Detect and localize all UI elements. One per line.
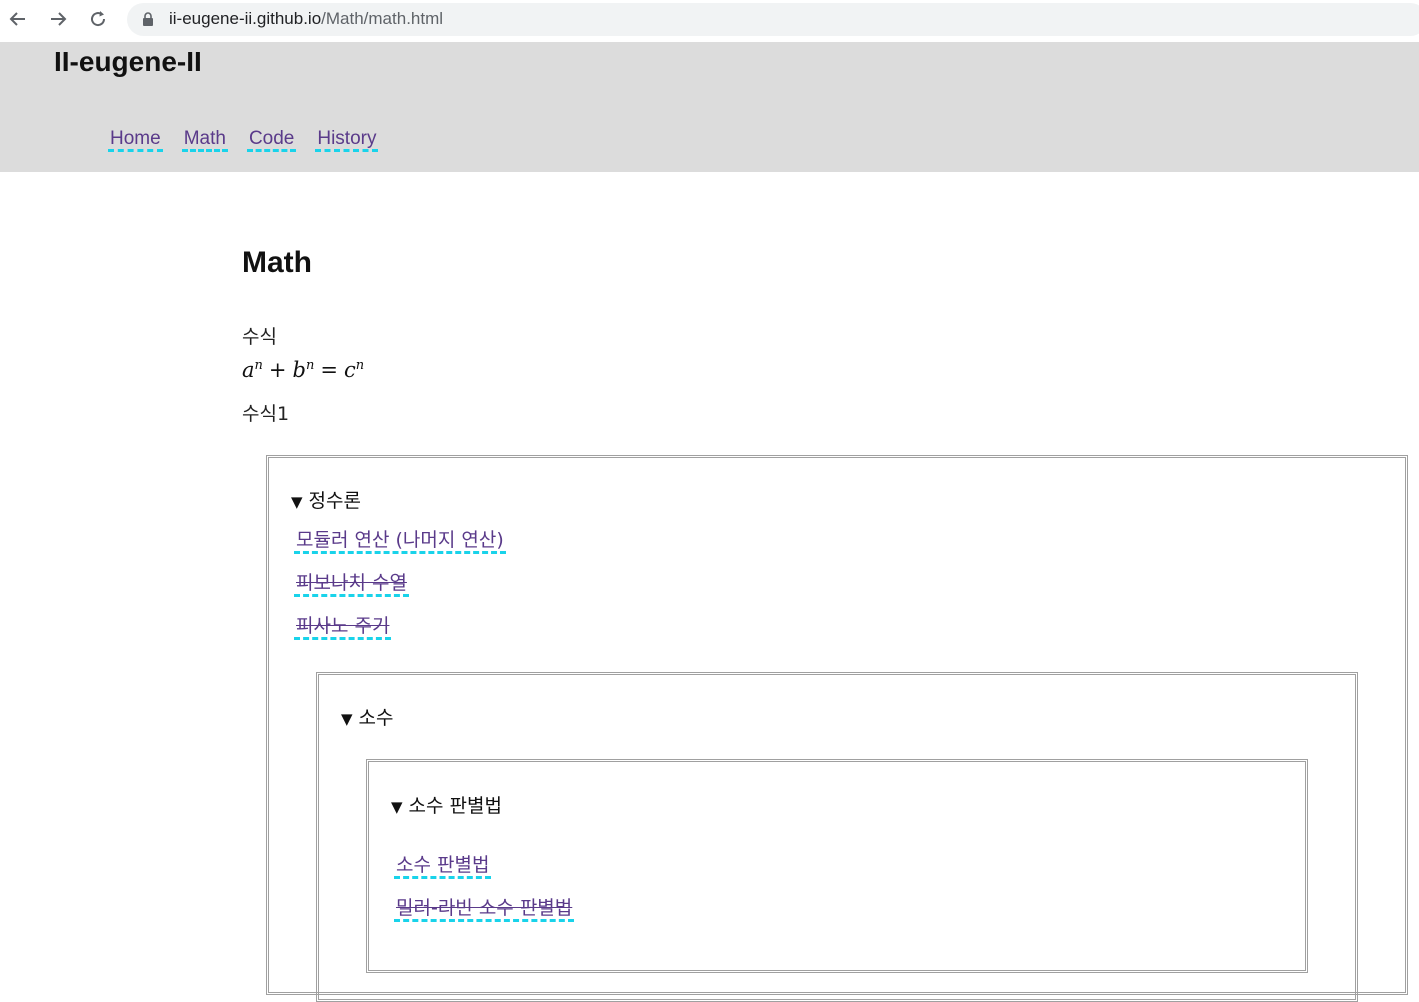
site-header: II-eugene-II Home Math Code History [0,42,1419,172]
link-pisano-period[interactable]: 피사노 주기 [294,615,392,640]
page-title: Math [242,246,312,279]
summary-primality-tests-label: 소수 판별법 [408,795,502,817]
link-fibonacci[interactable]: 피보나치 수열 [294,572,409,597]
lock-icon [143,12,153,26]
nav-link-code[interactable]: Code [246,129,297,152]
site-nav: Home Math Code History [108,129,397,152]
url-host: ii-eugene-ii.github.io [169,9,322,28]
formula-var-a: a [242,358,255,382]
triangle-down-icon: ▼ [291,493,303,511]
formula-label: 수식 [242,326,277,348]
summary-number-theory-label: 정수론 [308,490,361,512]
link-miller-rabin[interactable]: 밀러-라빈 소수 판별법 [394,897,575,922]
formula-equals: = [320,358,338,382]
nav-link-history[interactable]: History [315,129,379,152]
summary-primality-tests[interactable]: ▼ 소수 판별법 [391,791,502,818]
details-primality-tests [366,759,1308,973]
formula: an + bn = cn [242,358,364,382]
summary-primes-label: 소수 [358,707,394,729]
link-modular-arithmetic[interactable]: 모듈러 연산 (나머지 연산) [294,529,506,554]
formula-var-c: c [343,358,356,382]
url-text: ii-eugene-ii.github.io/Math/math.html [169,9,443,29]
nav-link-home[interactable]: Home [108,129,163,152]
triangle-down-icon: ▼ [391,798,403,816]
forward-arrow-icon[interactable] [46,7,70,31]
formula-exp-c: n [355,358,365,373]
url-path: /Math/math.html [321,9,444,28]
formula1-label: 수식1 [242,403,290,425]
formula-var-b: b [292,358,306,382]
formula-exp-b: n [305,358,315,373]
back-arrow-icon[interactable] [6,7,30,31]
summary-number-theory[interactable]: ▼ 정수론 [291,486,361,513]
address-bar[interactable]: ii-eugene-ii.github.io/Math/math.html [127,3,1419,36]
summary-primes[interactable]: ▼ 소수 [341,703,394,730]
nav-link-math[interactable]: Math [181,129,228,152]
browser-toolbar: ii-eugene-ii.github.io/Math/math.html [0,0,1419,42]
link-primality-test[interactable]: 소수 판별법 [394,854,492,879]
formula-plus: + [268,358,287,382]
reload-icon[interactable] [86,7,110,31]
formula-exp-a: n [254,358,263,373]
triangle-down-icon: ▼ [341,710,353,728]
site-title[interactable]: II-eugene-II [54,46,202,78]
